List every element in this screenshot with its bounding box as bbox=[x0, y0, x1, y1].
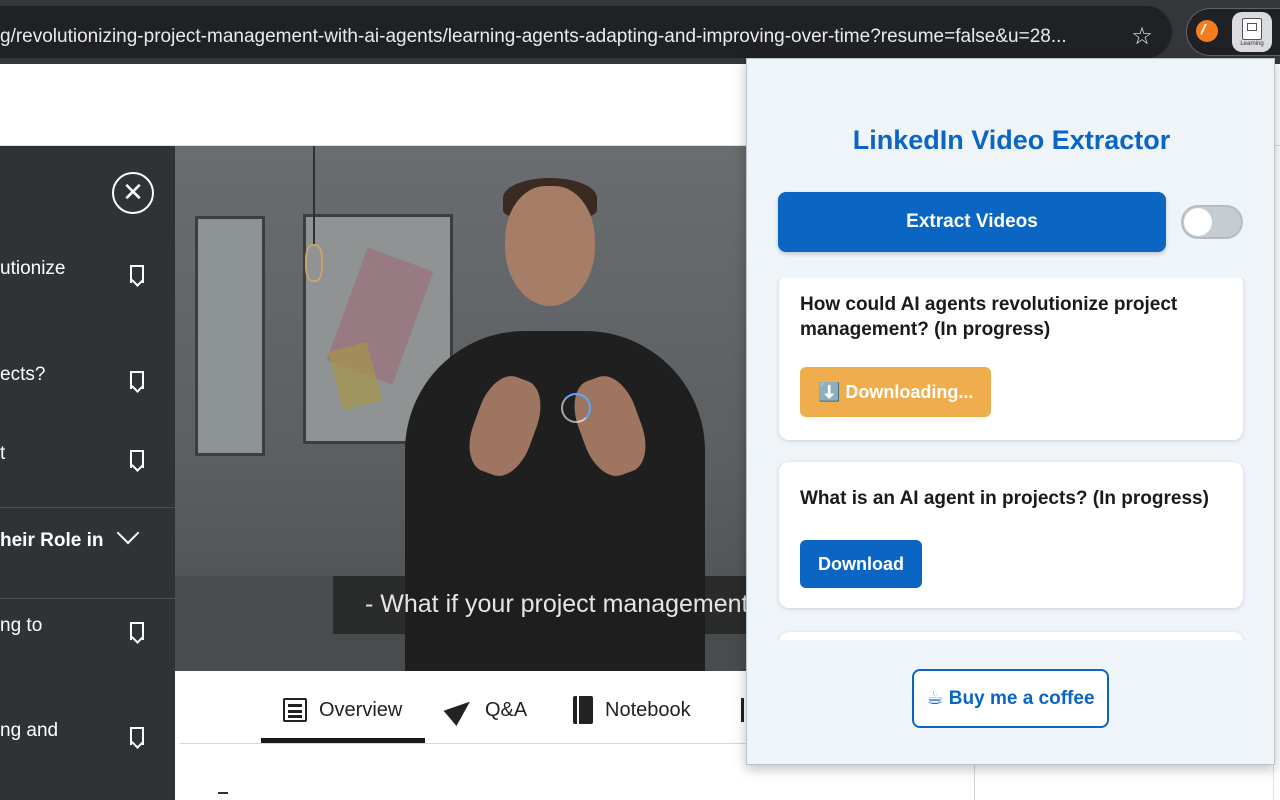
popup-title: LinkedIn Video Extractor bbox=[852, 125, 1171, 155]
browser-toolbar: g/revolutionizing-project-management-wit… bbox=[0, 0, 1280, 64]
sidebar-divider bbox=[0, 598, 175, 599]
sidebar-item-label: ng and bbox=[0, 720, 59, 741]
tab-qa[interactable]: Q&A bbox=[443, 693, 528, 727]
sidebar-item-label: ects? bbox=[0, 364, 46, 385]
extract-videos-button[interactable]: Extract Videos bbox=[778, 192, 1166, 252]
extension-caption: Learning bbox=[1240, 41, 1264, 47]
video-list[interactable]: How could AI agents revolutionize projec… bbox=[747, 278, 1276, 640]
bookmark-icon[interactable] bbox=[130, 371, 144, 389]
content-text-stub bbox=[218, 792, 228, 794]
buy-me-a-coffee-button[interactable]: ☕ Buy me a coffee bbox=[912, 669, 1109, 728]
linkedin-learning-extension-icon[interactable]: Learning bbox=[1232, 12, 1272, 52]
paper-plane-icon bbox=[443, 693, 477, 727]
sidebar-divider bbox=[0, 507, 175, 508]
tab-notebook[interactable]: Notebook bbox=[573, 695, 691, 725]
close-sidebar-button[interactable]: ✕ bbox=[112, 172, 154, 214]
extension-popup: LinkedIn Video Extractor Extract Videos … bbox=[746, 58, 1275, 765]
bookmark-icon[interactable] bbox=[130, 622, 144, 640]
url-text[interactable]: g/revolutionizing-project-management-wit… bbox=[0, 26, 1112, 48]
sidebar-section-label: heir Role in bbox=[0, 530, 104, 551]
loading-spinner-icon bbox=[561, 393, 591, 423]
overview-icon bbox=[283, 698, 307, 722]
pendant-lamp bbox=[305, 244, 323, 282]
video-card: What is an AI agent in projects? (In pro… bbox=[779, 462, 1243, 608]
sidebar-item-label: ng to bbox=[0, 615, 43, 636]
address-bar[interactable]: g/revolutionizing-project-management-wit… bbox=[0, 6, 1172, 58]
tab-label: Notebook bbox=[605, 698, 691, 721]
chevron-down-icon[interactable] bbox=[116, 521, 140, 545]
downloading-button[interactable]: ⬇️ Downloading... bbox=[800, 367, 992, 417]
download-button[interactable]: Download bbox=[800, 540, 922, 588]
bookmark-icon[interactable] bbox=[130, 727, 144, 745]
video-card bbox=[779, 632, 1243, 640]
tab-label: Q&A bbox=[485, 698, 528, 721]
course-sidebar: ✕ utionize ects? t heir Role in ng to ng… bbox=[0, 146, 175, 800]
tab-overview[interactable]: Overview bbox=[283, 695, 402, 725]
wall-art bbox=[195, 216, 265, 456]
bookmark-star-icon[interactable]: ☆ bbox=[1128, 22, 1156, 52]
bookmark-icon[interactable] bbox=[130, 450, 144, 468]
video-title: What is an AI agent in projects? (In pro… bbox=[800, 488, 1209, 509]
video-title: How could AI agents revolutionize projec… bbox=[800, 294, 1178, 340]
auto-extract-toggle[interactable] bbox=[1181, 205, 1243, 239]
toggle-knob bbox=[1184, 208, 1212, 236]
sidebar-item-label: t bbox=[0, 443, 6, 464]
orange-extension-icon[interactable] bbox=[1196, 20, 1218, 42]
video-caption: - What if your project management to bbox=[333, 576, 746, 634]
document-icon bbox=[1242, 18, 1262, 40]
sidebar-item-label: utionize bbox=[0, 258, 66, 279]
notebook-icon bbox=[573, 696, 593, 724]
pendant-lamp-cord bbox=[313, 146, 315, 246]
video-card: How could AI agents revolutionize projec… bbox=[779, 278, 1243, 440]
video-player[interactable]: - What if your project management to bbox=[175, 146, 746, 671]
tab-label: Overview bbox=[319, 698, 403, 721]
presenter-head bbox=[505, 186, 595, 306]
bookmark-icon[interactable] bbox=[130, 265, 144, 283]
